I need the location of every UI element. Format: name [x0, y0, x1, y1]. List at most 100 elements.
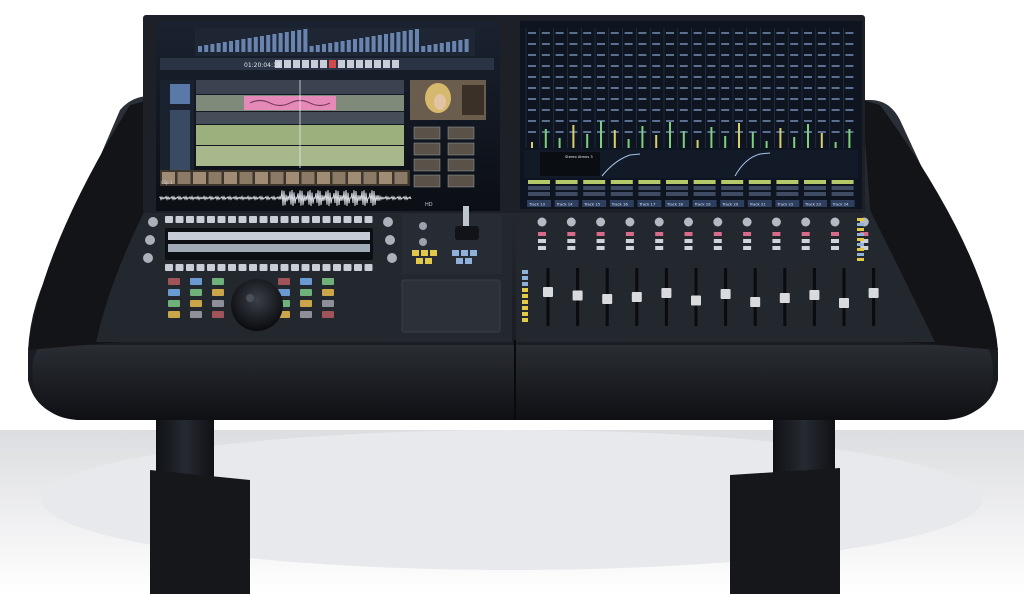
rotary-knob[interactable]: [387, 253, 397, 263]
mute-button[interactable]: [743, 232, 752, 236]
track-button[interactable]: [528, 192, 550, 196]
track-button[interactable]: [583, 186, 606, 190]
track-button[interactable]: [721, 180, 744, 184]
track-button[interactable]: [583, 180, 606, 184]
keypad-key[interactable]: [212, 311, 224, 318]
fader-cap[interactable]: [779, 293, 790, 303]
track-button[interactable]: [721, 192, 744, 196]
side-button[interactable]: [522, 312, 528, 316]
track-button[interactable]: [748, 186, 771, 190]
joystick-icon[interactable]: [463, 206, 469, 228]
transport-key[interactable]: [421, 250, 428, 256]
select-button[interactable]: [801, 246, 810, 250]
function-key[interactable]: [364, 264, 373, 271]
channel-knob[interactable]: [771, 217, 781, 227]
keypad-key[interactable]: [190, 300, 202, 307]
side-button[interactable]: [857, 228, 864, 231]
toolbar-button[interactable]: [284, 60, 291, 68]
select-button[interactable]: [567, 246, 576, 250]
keypad-key[interactable]: [300, 278, 312, 285]
function-key[interactable]: [165, 216, 173, 223]
function-key[interactable]: [217, 216, 226, 223]
keypad-key[interactable]: [300, 300, 312, 307]
solo-button[interactable]: [801, 239, 810, 243]
channel-knob[interactable]: [625, 217, 635, 227]
rotary-knob[interactable]: [385, 235, 395, 245]
select-button[interactable]: [684, 246, 693, 250]
track-button[interactable]: [693, 180, 716, 184]
select-button[interactable]: [772, 246, 781, 250]
toolbar-button[interactable]: [311, 60, 318, 68]
toolbar-button[interactable]: [392, 60, 399, 68]
fader-cap[interactable]: [809, 290, 820, 300]
keypad-key[interactable]: [212, 300, 224, 307]
side-button[interactable]: [522, 294, 528, 298]
solo-button[interactable]: [655, 239, 664, 243]
side-button[interactable]: [857, 218, 864, 221]
track-button[interactable]: [776, 192, 799, 196]
track-button[interactable]: [748, 192, 771, 196]
toolbar-button[interactable]: [293, 60, 300, 68]
select-button[interactable]: [831, 246, 839, 250]
keypad-key[interactable]: [322, 300, 334, 307]
fader-cap[interactable]: [750, 297, 761, 307]
mute-button[interactable]: [684, 232, 693, 236]
track-button[interactable]: [831, 180, 854, 184]
function-key[interactable]: [217, 264, 226, 271]
transport-key[interactable]: [430, 250, 437, 256]
function-key[interactable]: [238, 216, 247, 223]
transport-key[interactable]: [456, 258, 463, 264]
fader-cap[interactable]: [691, 295, 701, 306]
track-button[interactable]: [528, 180, 550, 184]
mute-button[interactable]: [713, 232, 722, 236]
function-key[interactable]: [228, 216, 236, 223]
function-key[interactable]: [249, 216, 257, 223]
track-button[interactable]: [638, 186, 661, 190]
transport-key[interactable]: [416, 258, 423, 264]
rotary-knob[interactable]: [148, 217, 158, 227]
function-key[interactable]: [301, 216, 310, 223]
channel-knob[interactable]: [801, 217, 811, 227]
keypad-key[interactable]: [190, 278, 202, 285]
function-key[interactable]: [364, 216, 373, 223]
track-button[interactable]: [555, 186, 578, 190]
channel-knob[interactable]: [537, 217, 547, 227]
keypad-key[interactable]: [190, 311, 202, 318]
toolbar-button[interactable]: [383, 60, 390, 68]
function-key[interactable]: [333, 216, 341, 223]
center-knob-2[interactable]: [419, 238, 427, 246]
solo-button[interactable]: [596, 239, 605, 243]
keypad-key[interactable]: [322, 311, 334, 318]
rotary-knob[interactable]: [383, 217, 393, 227]
keypad-key[interactable]: [168, 278, 180, 285]
track-button[interactable]: [638, 180, 661, 184]
side-button[interactable]: [522, 276, 528, 280]
fader-cap[interactable]: [868, 288, 879, 298]
transport-key[interactable]: [465, 258, 472, 264]
fader-cap[interactable]: [572, 290, 583, 301]
mute-button[interactable]: [567, 232, 576, 236]
side-button[interactable]: [857, 238, 864, 241]
channel-knob[interactable]: [742, 217, 752, 227]
function-key[interactable]: [175, 264, 184, 271]
function-key[interactable]: [228, 264, 236, 271]
function-key[interactable]: [312, 264, 320, 271]
fader-cap[interactable]: [602, 294, 613, 304]
solo-button[interactable]: [684, 239, 693, 243]
side-button[interactable]: [522, 318, 528, 322]
mute-button[interactable]: [831, 232, 839, 236]
track-button[interactable]: [666, 180, 688, 184]
track-button[interactable]: [831, 186, 854, 190]
track-button[interactable]: [528, 186, 550, 190]
function-key[interactable]: [322, 264, 331, 271]
solo-button[interactable]: [743, 239, 752, 243]
track-button[interactable]: [776, 180, 799, 184]
function-key[interactable]: [312, 216, 320, 223]
track-button[interactable]: [666, 186, 688, 190]
track-button[interactable]: [804, 192, 826, 196]
keypad-key[interactable]: [168, 311, 180, 318]
transport-key[interactable]: [452, 250, 459, 256]
function-key[interactable]: [259, 216, 268, 223]
track-button[interactable]: [610, 186, 633, 190]
function-key[interactable]: [343, 264, 352, 271]
